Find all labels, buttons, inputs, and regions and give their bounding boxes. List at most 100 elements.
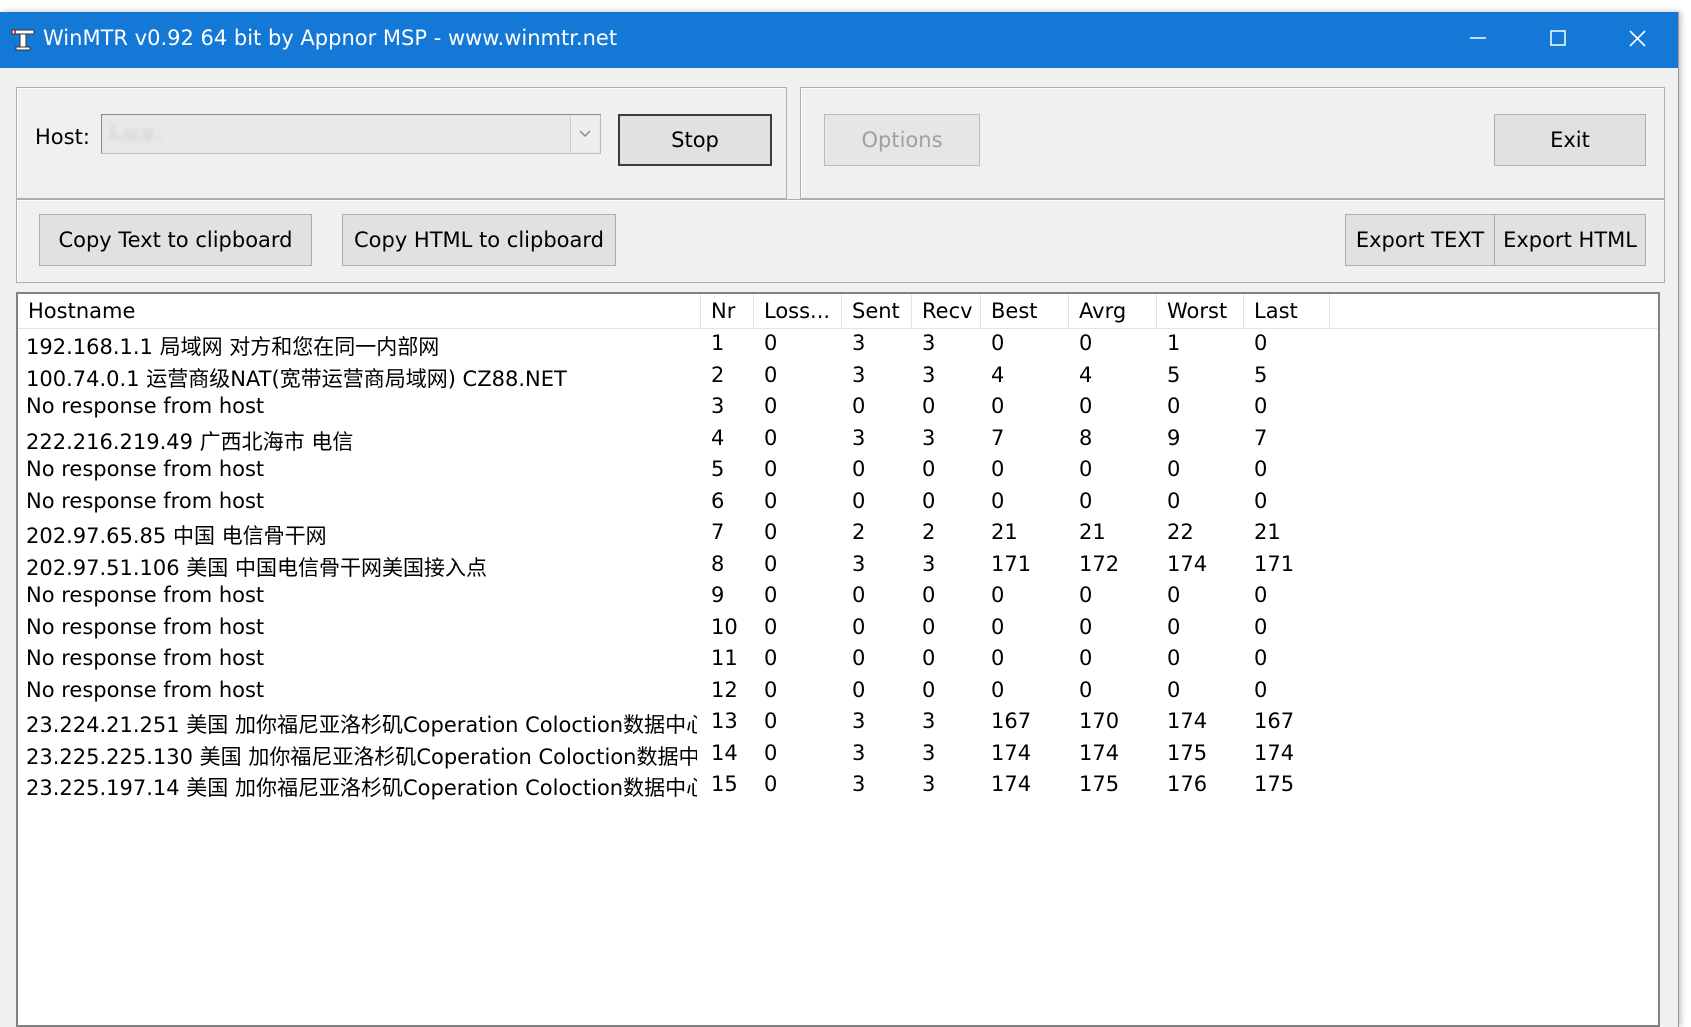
cell-avrg: 174 [1079,740,1120,765]
table-row[interactable]: 202.97.51.106 美国 中国电信骨干网美国接入点 8 0 3 3 171 172 1… [18,550,1658,582]
cell-nr: 9 [711,583,725,607]
cell-last: 7 [1254,425,1268,450]
table-row[interactable]: No response from host 12 0 0 0 0 0 0 0 [18,676,1658,708]
cell-recv: 0 [922,646,936,670]
cell-last: 0 [1254,331,1268,355]
exit-button[interactable]: Exit [1494,114,1646,166]
cell-last: 0 [1254,646,1268,670]
cell-worst: 0 [1167,457,1181,481]
column-header-last[interactable]: Last [1244,294,1330,328]
maximize-button[interactable] [1518,12,1598,68]
cell-last: 174 [1254,740,1295,765]
cell-worst: 0 [1167,646,1181,670]
cell-hostname: 100.74.0.1 运营商级NAT(宽带运营商局域网) CZ88.NET [26,366,567,391]
cell-recv: 3 [922,362,936,387]
copy-html-button[interactable]: Copy HTML to clipboard [342,214,616,266]
export-text-button[interactable]: Export TEXT [1345,214,1495,266]
cell-sent: 0 [852,646,866,670]
host-dropdown-button[interactable] [570,116,599,152]
column-header-recv[interactable]: Recv [912,294,981,328]
table-row[interactable]: No response from host 9 0 0 0 0 0 0 0 [18,581,1658,613]
cell-hostname: 202.97.51.106 美国 中国电信骨干网美国接入点 [26,555,487,580]
cell-hostname: No response from host [26,488,265,513]
export-html-button[interactable]: Export HTML [1494,214,1646,266]
cell-last: 0 [1254,614,1268,639]
minimize-button[interactable] [1438,12,1518,68]
host-value: L.u.y.. [110,123,163,144]
cell-sent: 3 [852,551,866,576]
cell-sent: 0 [852,677,866,702]
column-header-hostname[interactable]: Hostname [18,294,701,328]
cell-worst: 0 [1167,614,1181,639]
cell-best: 0 [991,677,1005,702]
column-header-loss[interactable]: Loss... [754,294,842,328]
cell-hostname: 192.168.1.1 局域网 对方和您在同一内部网 [26,335,440,359]
table-row[interactable]: 23.224.21.251 美国 加你福尼亚洛杉矶Coperation Colo… [18,707,1658,739]
cell-recv: 3 [922,709,936,733]
cell-sent: 3 [852,362,866,387]
host-combobox[interactable]: L.u.y.. [101,114,601,154]
cell-nr: 10 [711,614,738,639]
cell-nr: 1 [711,331,725,355]
cell-loss: 0 [764,362,778,387]
column-header-worst[interactable]: Worst [1157,294,1244,328]
cell-best: 21 [991,520,1018,544]
cell-nr: 4 [711,425,725,450]
table-row[interactable]: No response from host 3 0 0 0 0 0 0 0 [18,392,1658,424]
cell-best: 0 [991,614,1005,639]
table-row[interactable]: No response from host 6 0 0 0 0 0 0 0 [18,487,1658,519]
table-row[interactable]: No response from host 11 0 0 0 0 0 0 0 [18,644,1658,676]
table-row[interactable]: No response from host 5 0 0 0 0 0 0 0 [18,455,1658,487]
cell-recv: 3 [922,551,936,576]
cell-last: 167 [1254,709,1295,733]
cell-avrg: 0 [1079,457,1093,481]
cell-avrg: 21 [1079,520,1106,544]
cell-nr: 8 [711,551,725,576]
cell-sent: 0 [852,614,866,639]
cell-loss: 0 [764,551,778,576]
cell-best: 167 [991,709,1032,733]
cell-best: 0 [991,331,1005,355]
cell-loss: 0 [764,677,778,702]
table-row[interactable]: 222.216.219.49 广西北海市 电信 4 0 3 3 7 8 9 7 [18,424,1658,456]
cell-worst: 174 [1167,709,1208,733]
close-button[interactable] [1598,12,1678,68]
results-table[interactable]: Hostname Nr Loss... Sent Recv Best Avrg Worst La… [16,292,1660,1027]
cell-loss: 0 [764,520,778,544]
cell-sent: 3 [852,425,866,450]
table-row[interactable]: 192.168.1.1 局域网 对方和您在同一内部网 1 0 3 3 0 0 1 0 [18,329,1658,361]
cell-avrg: 175 [1079,772,1120,796]
table-row[interactable]: 23.225.225.130 美国 加你福尼亚洛杉矶Coperation Col… [18,739,1658,771]
cell-hostname: No response from host [26,457,265,481]
cell-loss: 0 [764,709,778,733]
cell-last: 0 [1254,583,1268,607]
cell-worst: 1 [1167,331,1181,355]
cell-best: 171 [991,551,1032,576]
cell-best: 0 [991,457,1005,481]
cell-avrg: 172 [1079,551,1120,576]
column-header-sent[interactable]: Sent [842,294,912,328]
cell-nr: 6 [711,488,725,513]
copy-text-button[interactable]: Copy Text to clipboard [39,214,312,266]
table-row[interactable]: 23.225.197.14 美国 加你福尼亚洛杉矶Coperation Colo… [18,770,1658,802]
table-row[interactable]: 100.74.0.1 运营商级NAT(宽带运营商局域网) CZ88.NET 2 0 3… [18,361,1658,393]
table-row[interactable]: 202.97.65.85 中国 电信骨干网 7 0 2 2 21 21 22 21 [18,518,1658,550]
table-row[interactable]: No response from host 10 0 0 0 0 0 0 0 [18,613,1658,645]
column-header-best[interactable]: Best [981,294,1069,328]
cell-hostname: 23.224.21.251 美国 加你福尼亚洛杉矶Coperation Colo… [26,713,697,737]
app-icon [11,29,35,51]
cell-nr: 7 [711,520,725,544]
title-bar[interactable]: WinMTR v0.92 64 bit by Appnor MSP - www.… [0,12,1678,68]
minimize-icon [1470,37,1486,39]
cell-worst: 9 [1167,425,1181,450]
options-button[interactable]: Options [824,114,980,166]
cell-recv: 3 [922,772,936,796]
host-label: Host: [35,125,90,149]
column-header-avrg[interactable]: Avrg [1069,294,1157,328]
column-header-nr[interactable]: Nr [701,294,754,328]
cell-hostname: 23.225.225.130 美国 加你福尼亚洛杉矶Coperation Col… [26,744,697,769]
cell-recv: 3 [922,740,936,765]
cell-hostname: No response from host [26,646,265,670]
cell-nr: 5 [711,457,725,481]
stop-button[interactable]: Stop [618,114,772,166]
